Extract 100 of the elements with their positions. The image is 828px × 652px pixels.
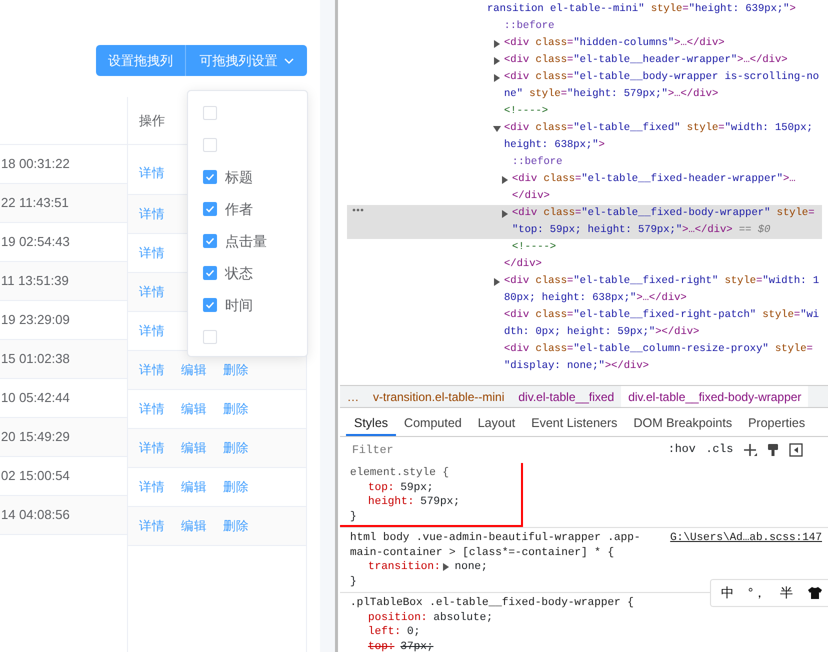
expand-arrow-icon[interactable]	[442, 563, 449, 572]
action-link[interactable]: 详情	[139, 244, 165, 262]
action-link[interactable]: 编辑	[181, 478, 207, 496]
ime-button[interactable]: 中	[721, 583, 734, 603]
toggle-button[interactable]: .cls	[706, 441, 734, 459]
expand-arrow-icon[interactable]	[501, 210, 509, 218]
css-selector: html body .vue-admin-beautiful-wrapper .app-main-container > [class*=-container] * {	[350, 531, 642, 560]
tab[interactable]: Layout	[470, 408, 524, 436]
code-line: dth: 0px; height: 59px;"></div>	[504, 324, 700, 340]
table-cell-text: 19 02:54:43	[1, 233, 70, 252]
code-line: height: 638px;">	[504, 138, 605, 153]
checkbox[interactable]	[203, 202, 217, 216]
toggle-button[interactable]: :hov	[668, 441, 696, 459]
code-line: <div class="el-table__fixed-right" style="width: 1	[504, 274, 820, 289]
css-property: top:	[368, 640, 394, 652]
check-icon	[205, 269, 215, 277]
column-header: 操作	[139, 112, 165, 130]
action-link[interactable]: 删除	[223, 400, 249, 418]
check-icon	[205, 301, 215, 309]
action-link[interactable]: 详情	[139, 164, 165, 183]
check-icon	[205, 205, 215, 213]
code-line: <div class="el-table__header-wrapper">…</div>	[504, 52, 788, 68]
action-link[interactable]: 详情	[139, 282, 165, 302]
ime-button[interactable]: °，	[748, 583, 766, 603]
expand-arrow-icon[interactable]	[493, 40, 501, 48]
tab[interactable]: Properties	[740, 408, 814, 436]
checkbox-label[interactable]: 作者	[225, 198, 253, 220]
breadcrumb[interactable]: div.el-table__fixed	[511, 386, 622, 407]
css-property: height:	[368, 495, 414, 510]
css-selector: .plTableBox .el-table__fixed-body-wrapper {	[350, 596, 634, 610]
code-line: <div class="el-table__column-resize-proxy" style=	[504, 342, 813, 357]
tab[interactable]: DOM Breakpoints	[625, 408, 740, 436]
checkbox[interactable]	[203, 298, 217, 312]
table-cell-text: 22 11:43:51	[1, 194, 69, 212]
action-link[interactable]: 编辑	[181, 360, 207, 380]
code-line: <div class="el-table__body-wrapper is-scrolling-no	[504, 70, 820, 85]
action-link[interactable]: 编辑	[181, 400, 207, 418]
source-link[interactable]: G:\Users\Ad…ab.scss:147	[670, 531, 822, 560]
code-line: <div class="el-table__fixed-header-wrapper">…	[512, 172, 796, 187]
css-value: 59px;	[400, 480, 434, 495]
action-link[interactable]: 详情	[139, 204, 165, 224]
chevron-down-icon	[284, 58, 294, 64]
toolbar-button[interactable]: 设置拖拽列	[96, 45, 186, 76]
action-link[interactable]: 删除	[223, 360, 249, 380]
table-cell-text: 18 00:31:22	[1, 155, 70, 174]
breadcrumb[interactable]: v-transition.el-table--mini	[366, 386, 512, 407]
code-line: ::before	[504, 18, 554, 34]
checkbox-label[interactable]: 时间	[225, 294, 253, 316]
checkbox[interactable]	[203, 234, 217, 248]
closing-brace: }	[350, 510, 357, 522]
table-cell-text: 11 13:51:39	[1, 272, 69, 290]
css-value: none;	[454, 560, 488, 574]
closing-brace: }	[350, 576, 357, 588]
action-link[interactable]: 删除	[223, 478, 249, 496]
css-value: 579px;	[420, 495, 460, 510]
action-link[interactable]: 删除	[223, 438, 249, 458]
code-line: <!---->	[504, 104, 548, 119]
sidebar-toggle-icon[interactable]	[789, 443, 804, 457]
tab[interactable]: Computed	[396, 408, 470, 436]
code-line: ransition el-table--mini" style="height: 639px;">	[487, 2, 796, 17]
checkbox-label[interactable]: 状态	[225, 262, 253, 284]
css-selector: element.style {	[350, 466, 450, 480]
more-icon[interactable]	[352, 208, 364, 212]
table-cell-text: 02 15:00:54	[1, 467, 70, 486]
breadcrumb[interactable]: div.el-table__fixed-body-wrapper	[621, 386, 808, 407]
check-icon	[205, 237, 215, 245]
checkbox[interactable]	[203, 266, 217, 280]
action-link[interactable]: 删除	[223, 516, 249, 536]
action-link[interactable]: 编辑	[181, 516, 207, 536]
tab[interactable]: Styles	[346, 408, 396, 436]
action-link[interactable]: 详情	[139, 478, 165, 496]
shirt-icon[interactable]	[807, 586, 824, 600]
action-link[interactable]: 详情	[139, 400, 165, 418]
expand-arrow-icon[interactable]	[493, 56, 501, 64]
action-link[interactable]: 编辑	[181, 438, 207, 458]
expand-arrow-icon[interactable]	[501, 176, 509, 184]
css-property: top:	[368, 480, 394, 495]
collapse-arrow-icon[interactable]	[493, 124, 501, 132]
checkbox-label[interactable]: 点击量	[225, 230, 267, 252]
action-link[interactable]: 详情	[139, 516, 165, 536]
action-link[interactable]: 详情	[139, 322, 165, 340]
code-line: 80px; height: 638px;">…</div>	[504, 290, 687, 306]
breadcrumb[interactable]: …	[340, 386, 366, 407]
ime-button[interactable]: 半	[780, 583, 794, 603]
tab[interactable]: Event Listeners	[523, 408, 626, 436]
action-link[interactable]: 详情	[139, 438, 165, 458]
checkbox[interactable]	[203, 170, 217, 184]
expand-arrow-icon[interactable]	[493, 278, 501, 286]
code-line: "display: none;"></div>	[504, 358, 649, 374]
checkbox-label[interactable]: 标题	[225, 166, 253, 188]
paint-brush-icon[interactable]	[767, 443, 780, 457]
code-line: ::before	[512, 154, 562, 170]
dropdown-button[interactable]: 可拖拽列设置	[186, 45, 307, 76]
css-value: 37px;	[400, 640, 434, 652]
css-property: position:	[368, 610, 428, 625]
code-line: <div class="el-table__fixed-right-patch" style="wi	[504, 308, 820, 323]
add-icon[interactable]	[743, 443, 758, 457]
action-link[interactable]: 详情	[139, 360, 165, 380]
expand-arrow-icon[interactable]	[493, 74, 501, 82]
table-cell-text: 14 04:08:56	[1, 506, 70, 524]
